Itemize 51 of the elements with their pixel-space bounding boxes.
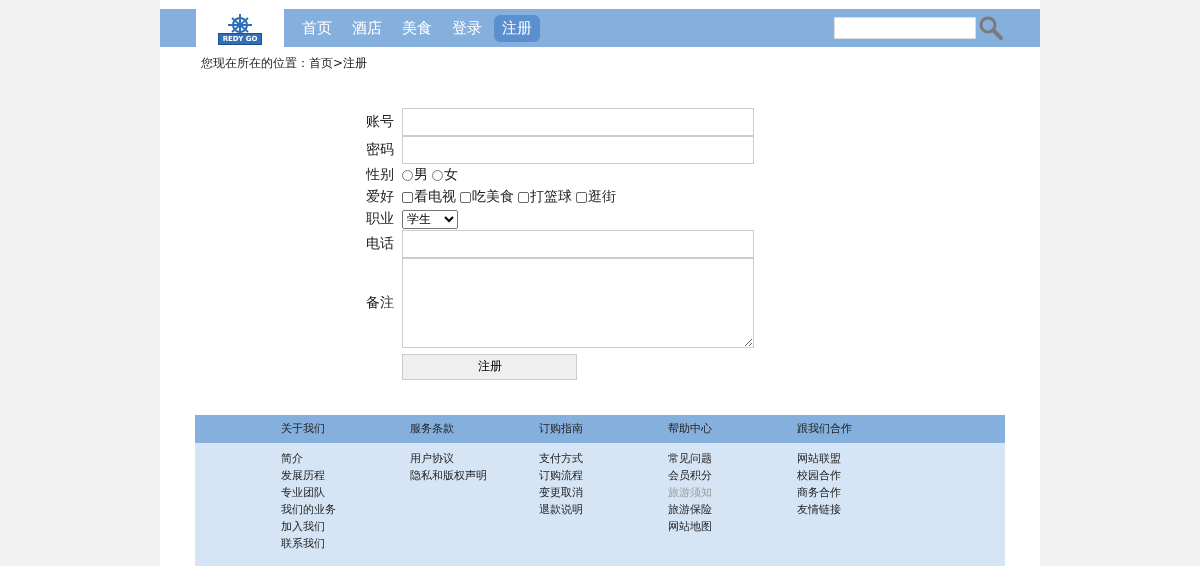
search-field[interactable] bbox=[834, 17, 976, 39]
footer-link[interactable]: 商务合作 bbox=[797, 483, 841, 501]
footer-link[interactable]: 网站地图 bbox=[668, 517, 712, 535]
footer-link[interactable]: 常见问题 bbox=[668, 449, 712, 467]
breadcrumb: 您现在所在的位置：首页>注册 bbox=[201, 55, 369, 72]
field-label: 爱好 bbox=[365, 188, 394, 206]
footer-link[interactable]: 会员积分 bbox=[668, 466, 712, 484]
footer-heading: 服务条款 bbox=[410, 421, 455, 436]
occupation-select[interactable]: 学生 bbox=[402, 209, 458, 229]
footer-link[interactable]: 专业团队 bbox=[281, 483, 325, 501]
text-field[interactable] bbox=[402, 136, 754, 164]
footer-link[interactable]: 变更取消 bbox=[539, 483, 583, 501]
option-label: 看电视 bbox=[414, 188, 456, 206]
footer-heading: 跟我们合作 bbox=[797, 421, 853, 436]
footer-link[interactable]: 旅游保险 bbox=[668, 500, 712, 518]
footer-heading: 帮助中心 bbox=[668, 421, 713, 436]
footer-link[interactable]: 订购流程 bbox=[539, 466, 583, 484]
footer-link[interactable]: 退款说明 bbox=[539, 500, 583, 518]
text-field[interactable] bbox=[402, 108, 754, 136]
footer-link[interactable]: 简介 bbox=[281, 449, 303, 467]
checkbox[interactable] bbox=[576, 191, 587, 203]
footer-heading: 订购指南 bbox=[539, 421, 584, 436]
footer-link[interactable]: 联系我们 bbox=[281, 534, 325, 552]
footer-link[interactable]: 隐私和版权声明 bbox=[410, 466, 487, 484]
field-label: 性别 bbox=[364, 166, 394, 184]
option-label: 吃美食 bbox=[472, 188, 514, 206]
footer-link[interactable]: 加入我们 bbox=[281, 517, 325, 535]
footer-link[interactable]: 我们的业务 bbox=[281, 500, 336, 518]
search-icon[interactable] bbox=[978, 15, 1004, 41]
footer-link[interactable]: 校园合作 bbox=[797, 466, 841, 484]
checkbox[interactable] bbox=[460, 191, 471, 203]
footer-link[interactable]: 网站联盟 bbox=[797, 449, 841, 467]
text-field[interactable] bbox=[402, 229, 754, 258]
option-label: 女 bbox=[444, 166, 458, 184]
field-label: 职业 bbox=[365, 209, 394, 228]
textarea-field[interactable] bbox=[402, 257, 754, 348]
checkbox[interactable] bbox=[518, 191, 529, 203]
register-button[interactable]: 注册 bbox=[402, 353, 577, 380]
footer-link[interactable]: 友情链接 bbox=[797, 500, 841, 518]
field-label: 密码 bbox=[365, 141, 394, 159]
field-label: 备注 bbox=[365, 293, 394, 312]
footer-link[interactable]: 发展历程 bbox=[281, 466, 325, 484]
field-label: 账号 bbox=[365, 113, 394, 131]
option-label: 逛街 bbox=[588, 188, 616, 206]
field-label: 电话 bbox=[365, 234, 394, 253]
option-label: 打篮球 bbox=[530, 188, 572, 206]
footer-link[interactable]: 支付方式 bbox=[539, 449, 583, 467]
footer-heading: 关于我们 bbox=[281, 421, 326, 436]
checkbox[interactable] bbox=[402, 191, 413, 203]
footer-link[interactable]: 用户协议 bbox=[410, 449, 454, 467]
option-label: 男 bbox=[414, 166, 428, 184]
